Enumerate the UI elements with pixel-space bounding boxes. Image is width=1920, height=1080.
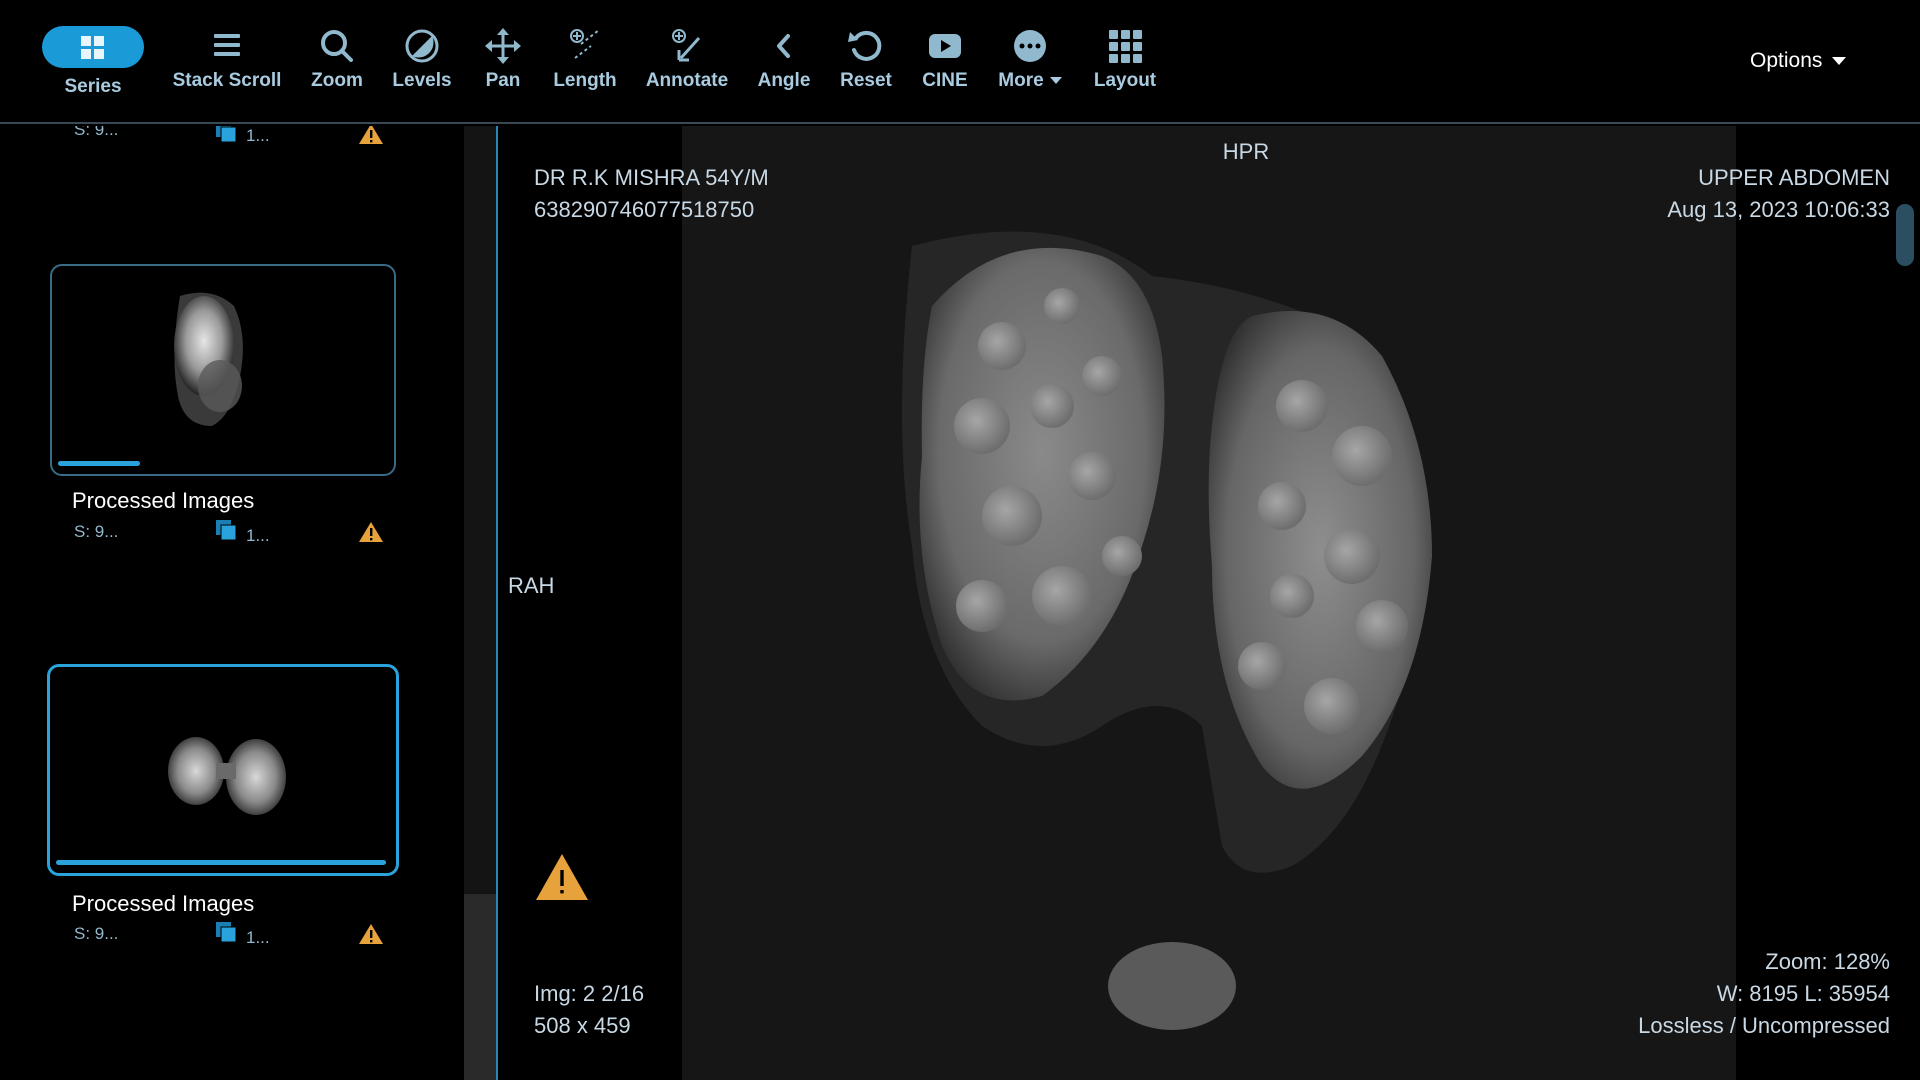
more-button[interactable]: More [975,24,1085,92]
warning-icon [359,522,383,542]
layout-grid-icon [1109,30,1142,63]
series-progress-bar [58,461,140,466]
orientation-top: HPR [1222,139,1270,164]
series-title: Processed Images [72,488,255,513]
layout-label: Layout [1093,70,1157,91]
stack-scroll-icon [214,34,240,56]
patient-name: DR R.K MISHRA 54Y/M [534,165,769,190]
sidebar-scrollbar[interactable] [464,126,496,1080]
annotate-button[interactable]: Annotate [632,24,742,92]
series-thumbnail[interactable] [50,264,396,476]
options-label: Options [1750,49,1823,72]
play-icon [929,34,961,58]
levels-icon [405,29,439,63]
series-meta: S: 9... [74,924,119,943]
grid-icon [42,26,144,68]
stack-images-icon [216,520,237,541]
more-icon [1014,30,1046,62]
series-count: 1... [246,928,270,947]
series-meta: S: 9... [74,126,119,139]
series-progress-bar [56,860,386,865]
reset-icon [848,30,882,61]
chevron-left-icon [777,34,790,58]
viewport-scroll-thumb[interactable] [1896,204,1914,266]
more-label-wrap: More [975,70,1085,92]
study-datetime: Aug 13, 2023 10:06:33 [1667,197,1890,222]
series-title: Processed Images [72,891,255,916]
warning-icon [359,924,383,944]
length-button[interactable]: Length [530,24,640,92]
stack-images-icon [216,126,237,143]
sidebar-scroll-thumb[interactable] [464,894,496,1080]
layout-button[interactable]: Layout [1070,24,1180,92]
stack-scroll-button[interactable]: Stack Scroll [172,24,282,92]
caret-down-icon [1049,77,1062,85]
window-level: W: 8195 L: 35954 [1716,981,1890,1006]
study-id: 638290746077518750 [534,197,755,222]
zoom-icon [321,30,353,62]
series-sidebar: S: 9... 1... Processed Images S: 9... 1.… [0,126,464,1080]
series-thumbnail[interactable] [47,664,399,876]
mri-image[interactable] [682,126,1736,1080]
series-count: 1... [246,526,270,545]
warning-icon [359,126,383,144]
stack-images-icon [216,922,237,943]
image-dimensions: 508 x 459 [534,1013,631,1038]
toolbar: Series Stack Scroll Zoom Levels Pan Leng… [0,0,1920,124]
body-part: UPPER ABDOMEN [1698,165,1890,190]
series-count: 1... [246,126,270,145]
series-button[interactable]: Series [38,26,148,98]
series-label: Series [64,76,122,97]
annotate-label: Annotate [645,70,729,91]
options-dropdown[interactable]: Options [1750,49,1847,73]
caret-down-icon [1832,57,1847,66]
compression-status: Lossless / Uncompressed [1638,1013,1890,1038]
length-label: Length [553,70,617,91]
orientation-left: RAH [508,573,555,598]
thumbnail-image [168,737,286,815]
thumbnail-image [174,292,243,426]
warning-icon [536,854,588,900]
image-index: Img: 2 2/16 [534,981,645,1006]
more-label: More [998,70,1044,91]
stack-scroll-label: Stack Scroll [172,70,282,91]
zoom-level: Zoom: 128% [1765,949,1890,974]
series-meta: S: 9... [74,522,119,541]
pan-icon [485,28,521,64]
annotate-icon [672,29,701,62]
mri-render [902,231,1432,1030]
length-icon [570,29,600,59]
image-viewport[interactable]: DR R.K MISHRA 54Y/M 638290746077518750 H… [496,126,1920,1080]
